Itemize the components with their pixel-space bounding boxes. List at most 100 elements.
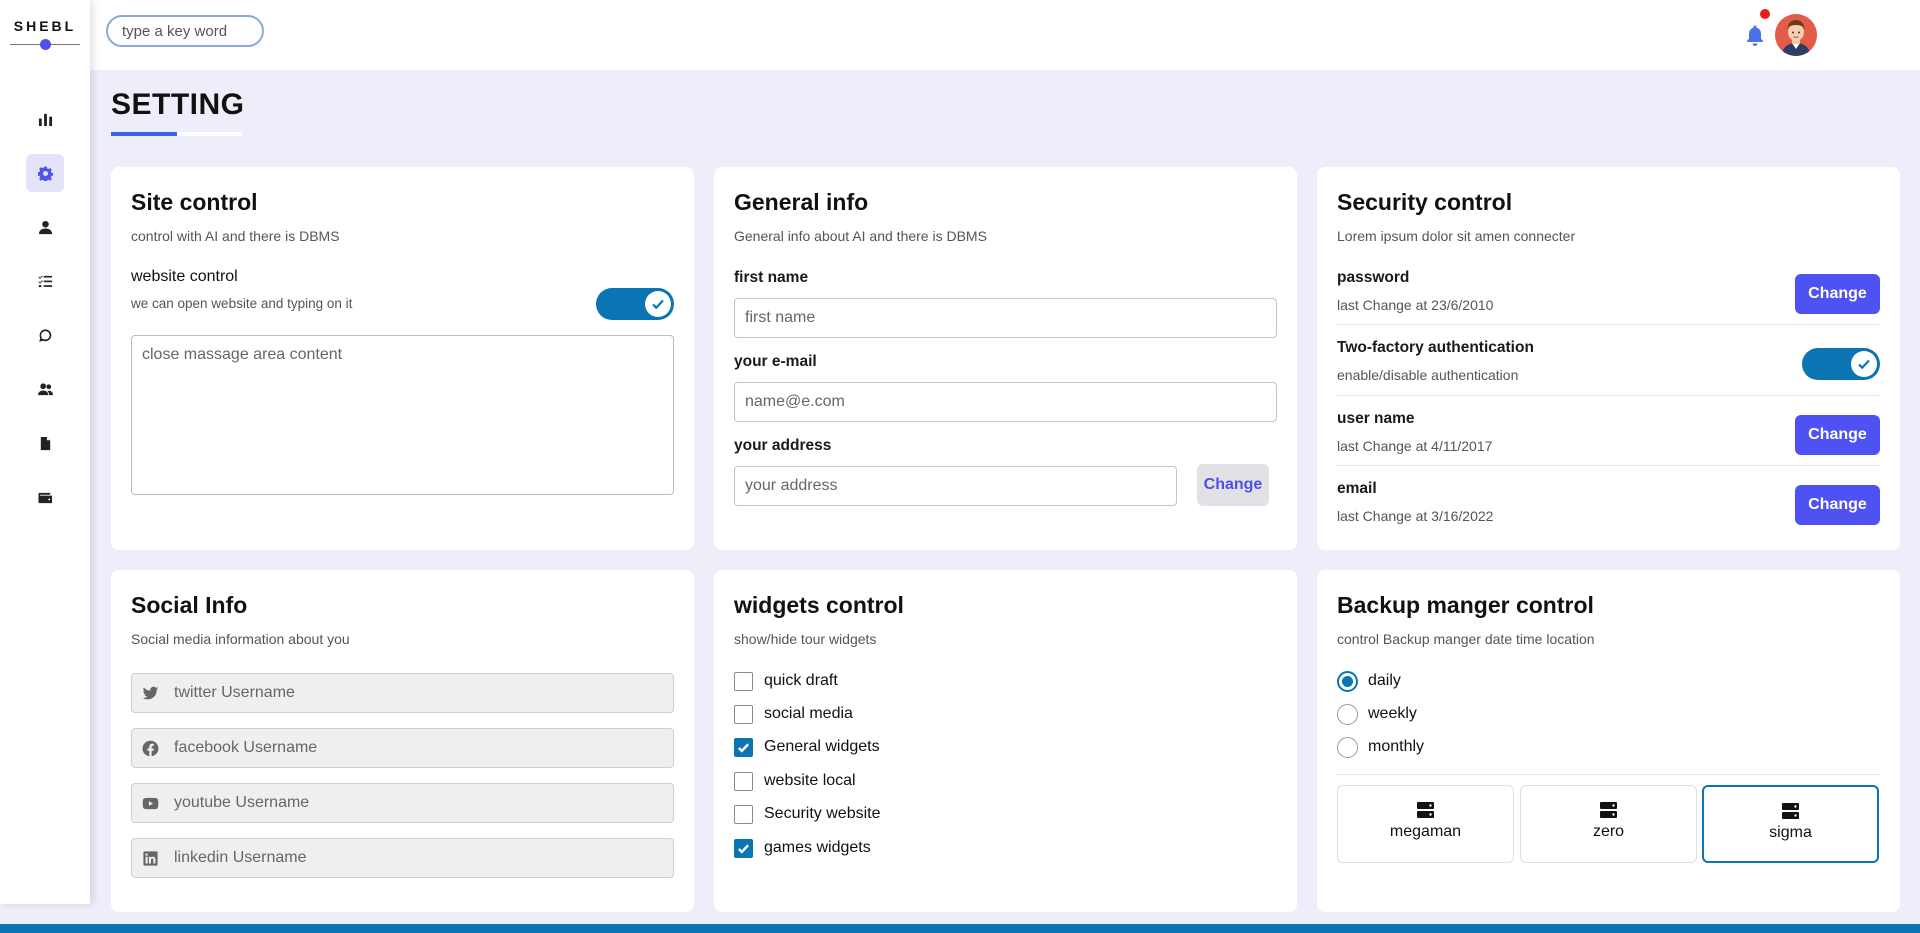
checkbox-label: website local	[764, 772, 856, 789]
logo-text: SHEBL	[13, 18, 77, 34]
twofa-toggle[interactable]	[1802, 348, 1880, 380]
logo-line	[10, 39, 80, 50]
radio-button[interactable]	[1337, 670, 1358, 692]
general-info-card: General info General info about AI and t…	[714, 167, 1297, 550]
site-control-card: Site control control with AI and there i…	[111, 167, 694, 550]
password-change-button[interactable]: Change	[1795, 274, 1880, 314]
youtube-input[interactable]	[174, 784, 664, 822]
backup-radio-row[interactable]: daily	[1337, 670, 1401, 692]
youtube-field[interactable]	[131, 783, 674, 823]
check-icon	[1858, 359, 1870, 370]
tasks-icon	[37, 275, 52, 287]
notification-button[interactable]	[1745, 24, 1767, 48]
radio-label: monthly	[1368, 738, 1425, 755]
logo-dot	[40, 39, 51, 50]
widget-checkbox-row[interactable]: games widgets	[734, 837, 871, 859]
sidebar-item-files[interactable]	[0, 416, 90, 470]
search-input[interactable]	[106, 15, 264, 47]
card-subtitle: General info about AI and there is DBMS	[734, 228, 987, 244]
backup-manager-card: Backup manger control control Backup man…	[1317, 570, 1900, 912]
notification-badge	[1760, 9, 1770, 19]
page-title: SETTING	[111, 88, 245, 121]
checkbox[interactable]	[734, 771, 753, 791]
checkbox-label: quick draft	[764, 672, 838, 689]
users-icon	[37, 382, 53, 395]
radio-button[interactable]	[1337, 703, 1358, 725]
username-label: user name	[1337, 410, 1415, 427]
security-control-card: Security control Lorem ipsum dolor sit a…	[1317, 167, 1900, 550]
divider	[1337, 465, 1880, 466]
card-title: Security control	[1337, 189, 1513, 215]
chart-icon	[38, 113, 52, 126]
email-change-button[interactable]: Change	[1795, 485, 1880, 525]
twofa-desc: enable/disable authentication	[1337, 367, 1519, 383]
radio-label: daily	[1368, 672, 1401, 689]
file-icon	[40, 436, 50, 450]
server-option-megaman[interactable]: megaman	[1337, 785, 1514, 863]
sidebar-item-dashboard[interactable]	[0, 92, 90, 146]
checkbox[interactable]	[734, 704, 753, 724]
sidebar-item-tasks[interactable]	[0, 254, 90, 308]
card-title: widgets control	[734, 592, 904, 618]
sidebar-item-team[interactable]	[0, 362, 90, 416]
widget-checkbox-row[interactable]: Security website	[734, 803, 881, 825]
twitter-field[interactable]	[131, 673, 674, 713]
avatar[interactable]	[1775, 14, 1817, 56]
checkbox[interactable]	[734, 737, 753, 757]
checkbox[interactable]	[734, 804, 753, 824]
sidebar-item-chat[interactable]	[0, 308, 90, 362]
username-change-button[interactable]: Change	[1795, 415, 1880, 455]
checkbox[interactable]	[734, 671, 753, 691]
sidebar-item-wallet[interactable]	[0, 470, 90, 524]
widgets-control-card: widgets control show/hide tour widgets q…	[714, 570, 1297, 912]
sidebar-item-settings[interactable]	[0, 146, 90, 200]
email-field[interactable]	[734, 382, 1277, 422]
toggle-knob	[645, 291, 671, 317]
website-control-toggle[interactable]	[596, 288, 674, 320]
card-subtitle: show/hide tour widgets	[734, 631, 877, 647]
sidebar-nav	[0, 92, 90, 524]
widget-checkbox-row[interactable]: quick draft	[734, 670, 838, 692]
email-date: last Change at 3/16/2022	[1337, 508, 1494, 524]
checkbox[interactable]	[734, 838, 753, 858]
card-subtitle: control Backup manger date time location	[1337, 631, 1595, 647]
address-field[interactable]	[734, 466, 1177, 506]
card-subtitle: control with AI and there is DBMS	[131, 228, 340, 244]
twitter-input[interactable]	[174, 674, 664, 712]
checkbox-label: General widgets	[764, 738, 880, 755]
facebook-field[interactable]	[131, 728, 674, 768]
server-option-sigma[interactable]: sigma	[1702, 785, 1879, 863]
sidebar-item-settings-inner	[26, 154, 64, 192]
address-label: your address	[734, 437, 832, 454]
sidebar-item-team-inner	[26, 370, 64, 408]
avatar-image	[1775, 14, 1817, 56]
backup-radio-row[interactable]: monthly	[1337, 736, 1424, 758]
twofa-label: Two-factory authentication	[1337, 339, 1534, 356]
linkedin-field[interactable]	[131, 838, 674, 878]
toggle-knob	[1851, 351, 1877, 377]
widget-checkbox-row[interactable]: social media	[734, 703, 853, 725]
topbar	[90, 0, 1920, 70]
linkedin-input[interactable]	[174, 839, 664, 877]
address-change-button[interactable]: Change	[1197, 464, 1269, 506]
first-name-label: first name	[734, 269, 809, 286]
facebook-input[interactable]	[174, 729, 664, 767]
first-name-field[interactable]	[734, 298, 1277, 338]
divider	[1337, 395, 1880, 396]
backup-radio-row[interactable]: weekly	[1337, 703, 1417, 725]
widget-checkbox-row[interactable]: General widgets	[734, 736, 880, 758]
email-label: your e-mail	[734, 353, 817, 370]
sidebar-item-wallet-inner	[26, 478, 64, 516]
server-icon	[1782, 803, 1799, 819]
username-date: last Change at 4/11/2017	[1337, 438, 1493, 454]
server-option-zero[interactable]: zero	[1520, 785, 1697, 863]
user-icon	[38, 220, 52, 234]
widget-checkbox-row[interactable]: website local	[734, 770, 856, 792]
radio-button[interactable]	[1337, 736, 1358, 758]
close-message-textarea[interactable]	[131, 335, 674, 495]
website-control-label: website control	[131, 268, 238, 285]
sidebar-item-profile[interactable]	[0, 200, 90, 254]
gear-icon	[37, 165, 53, 181]
chat-icon	[38, 328, 51, 342]
logo[interactable]: SHEBL	[0, 18, 90, 50]
